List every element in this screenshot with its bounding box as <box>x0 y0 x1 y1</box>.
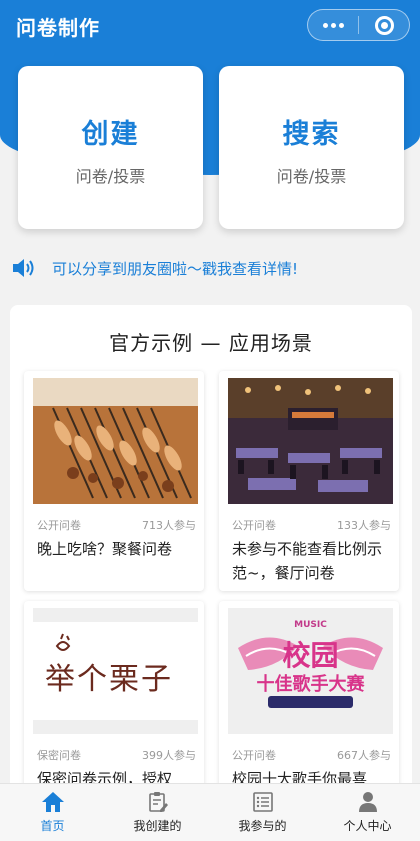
survey-type: 公开问卷 <box>232 749 276 762</box>
participant-count: 399人参与 <box>142 749 196 762</box>
user-icon <box>358 792 377 812</box>
card-meta: 公开问卷 713人参与 <box>37 517 196 533</box>
examples-title: 官方示例 — 应用场景 <box>109 331 313 355</box>
participant-count: 133人参与 <box>337 519 391 532</box>
card-meta: 保密问卷 399人参与 <box>37 747 196 763</box>
share-notice[interactable]: 可以分享到朋友圈啦～戳我查看详情! <box>12 255 412 281</box>
create-title: 创建 <box>81 119 140 150</box>
more-dots-icon <box>322 22 344 28</box>
search-subtitle: 问卷/投票 <box>276 167 347 186</box>
mini-program-capsule <box>307 9 410 41</box>
card-meta: 公开问卷 133人参与 <box>232 517 391 533</box>
logo-image: 举个栗子 <box>33 608 198 734</box>
target-icon <box>374 15 394 35</box>
examples-section: 官方示例 — 应用场景 公开问卷 713人参与 晚上吃啥？聚餐问卷 公开问卷 1… <box>10 305 412 801</box>
tab-label: 首页 <box>40 819 65 833</box>
bbq-image <box>33 378 198 504</box>
search-title: 搜索 <box>282 119 341 150</box>
tab-created[interactable]: 我创建的 <box>105 784 210 841</box>
restaurant-image <box>228 378 393 504</box>
contest-poster-image: MUSIC 校园 十佳歌手大赛 <box>228 608 393 734</box>
close-button[interactable] <box>359 10 409 40</box>
poster-main-text: 校园 <box>282 639 339 672</box>
survey-type: 公开问卷 <box>232 519 276 532</box>
list-icon <box>252 792 273 812</box>
participant-count: 713人参与 <box>142 519 196 532</box>
clipboard-edit-icon <box>148 792 168 812</box>
bottom-tab-bar: 首页 我创建的 我参与的 个人中心 <box>0 783 420 841</box>
tab-label: 我创建的 <box>133 819 182 833</box>
card-title: 未参与不能查看比例示范~，餐厅问卷 <box>232 540 383 582</box>
example-card-secret[interactable]: 举个栗子 保密问卷 399人参与 保密问卷示例，授权 <box>24 601 204 801</box>
logo-text: 举个栗子 <box>45 662 173 697</box>
tab-joined[interactable]: 我参与的 <box>210 784 315 841</box>
tab-profile[interactable]: 个人中心 <box>315 784 420 841</box>
speaker-icon <box>13 259 34 277</box>
example-card-dinner[interactable]: 公开问卷 713人参与 晚上吃啥？聚餐问卷 <box>24 371 204 591</box>
share-notice-text: 可以分享到朋友圈啦～戳我查看详情! <box>52 259 299 278</box>
card-meta: 公开问卷 667人参与 <box>232 747 391 763</box>
survey-type: 公开问卷 <box>37 519 81 532</box>
survey-type: 保密问卷 <box>37 749 81 762</box>
poster-sub-text: 十佳歌手大赛 <box>256 674 365 695</box>
example-card-restaurant[interactable]: 公开问卷 133人参与 未参与不能查看比例示范~，餐厅问卷 <box>219 371 399 591</box>
participant-count: 667人参与 <box>337 749 391 762</box>
poster-top-text: MUSIC <box>294 620 327 630</box>
tab-home[interactable]: 首页 <box>0 784 105 841</box>
tab-label: 我参与的 <box>238 819 287 833</box>
app-title: 问卷制作 <box>16 16 100 40</box>
home-icon <box>41 792 64 812</box>
create-card[interactable]: 创建 问卷/投票 <box>18 66 203 229</box>
create-subtitle: 问卷/投票 <box>75 167 146 186</box>
example-card-contest[interactable]: MUSIC 校园 十佳歌手大赛 公开问卷 667人参与 校园十大歌手你最喜 <box>219 601 399 801</box>
search-card[interactable]: 搜索 问卷/投票 <box>219 66 404 229</box>
card-title: 晚上吃啥？聚餐问卷 <box>37 540 173 558</box>
tab-label: 个人中心 <box>343 819 392 833</box>
more-button[interactable] <box>308 10 358 40</box>
